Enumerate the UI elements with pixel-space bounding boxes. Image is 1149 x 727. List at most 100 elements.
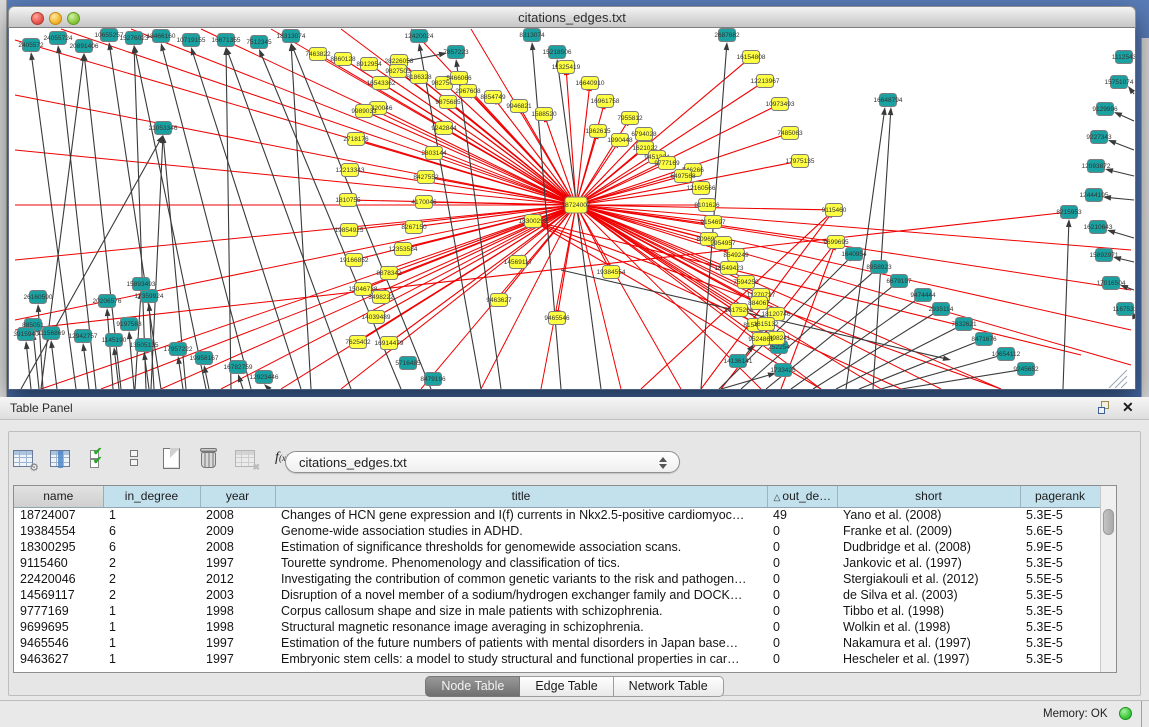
table-cell[interactable]: 2 bbox=[103, 571, 200, 587]
table-cell[interactable]: 49 bbox=[767, 507, 837, 523]
table-cell[interactable]: Nakamura et al. (1997) bbox=[837, 635, 1020, 651]
table-cell[interactable]: 1998 bbox=[200, 603, 275, 619]
table-cell[interactable]: Tourette syndrome. Phenomenology and cla… bbox=[275, 555, 767, 571]
table-row[interactable]: 1456911722003Disruption of a novel membe… bbox=[14, 587, 1100, 603]
table-cell[interactable]: Stergiakouli et al. (2012) bbox=[837, 571, 1020, 587]
table-cell[interactable]: 2008 bbox=[200, 539, 275, 555]
window-titlebar[interactable]: citations_edges.txt bbox=[8, 6, 1136, 28]
table-cell[interactable]: Estimation of the future numbers of pati… bbox=[275, 635, 767, 651]
table-cell[interactable]: 5.3E-5 bbox=[1020, 635, 1100, 651]
table-selector-dropdown[interactable]: citations_edges.txt bbox=[285, 451, 680, 473]
tab-network-table[interactable]: Network Table bbox=[614, 676, 724, 697]
column-header-pagerank[interactable]: pagerank bbox=[1020, 486, 1100, 507]
table-cell[interactable]: 1997 bbox=[200, 635, 275, 651]
table-cell[interactable]: 5.3E-5 bbox=[1020, 555, 1100, 571]
close-panel-icon[interactable]: ✕ bbox=[1122, 399, 1134, 416]
column-chooser-icon[interactable] bbox=[47, 445, 73, 471]
table-cell[interactable]: 9463627 bbox=[14, 651, 103, 667]
citation-network-graph[interactable]: 2405572240557242089140610655257152760231… bbox=[9, 28, 1135, 390]
table-row[interactable]: 946362711997Embryonic stem cells: a mode… bbox=[14, 651, 1100, 667]
table-cell[interactable]: 18724007 bbox=[14, 507, 103, 523]
table-cell[interactable]: Dudbridge et al. (2008) bbox=[837, 539, 1020, 555]
table-cell[interactable]: 0 bbox=[767, 539, 837, 555]
scrollbar-thumb[interactable] bbox=[1103, 509, 1114, 535]
select-all-columns-icon[interactable]: ✔ ✔ bbox=[84, 445, 110, 471]
vertical-scrollbar[interactable] bbox=[1100, 486, 1116, 672]
table-cell[interactable]: 22420046 bbox=[14, 571, 103, 587]
table-cell[interactable]: 9699695 bbox=[14, 619, 103, 635]
create-table-icon[interactable] bbox=[158, 445, 184, 471]
table-cell[interactable]: 1998 bbox=[200, 619, 275, 635]
table-cell[interactable]: 0 bbox=[767, 603, 837, 619]
table-cell[interactable]: Structural magnetic resonance image aver… bbox=[275, 619, 767, 635]
delete-table-icon[interactable] bbox=[195, 445, 221, 471]
table-cell[interactable]: Jankovic et al. (1997) bbox=[837, 555, 1020, 571]
table-cell[interactable]: Changes of HCN gene expression and I(f) … bbox=[275, 507, 767, 523]
network-canvas[interactable]: 2405572240557242089140610655257152760231… bbox=[8, 28, 1136, 390]
table-settings-icon[interactable]: ⚙ bbox=[10, 445, 36, 471]
table-row[interactable]: 2242004622012Investigating the contribut… bbox=[14, 571, 1100, 587]
table-cell[interactable]: 1997 bbox=[200, 651, 275, 667]
table-cell[interactable]: Hescheler et al. (1997) bbox=[837, 651, 1020, 667]
column-header-out_de[interactable]: △out_de… bbox=[767, 486, 837, 507]
table-cell[interactable]: 0 bbox=[767, 587, 837, 603]
table-cell[interactable]: 2003 bbox=[200, 587, 275, 603]
table-cell[interactable]: 9465546 bbox=[14, 635, 103, 651]
table-cell[interactable]: 0 bbox=[767, 555, 837, 571]
table-row[interactable]: 1830029562008Estimation of significance … bbox=[14, 539, 1100, 555]
table-cell[interactable]: 5.3E-5 bbox=[1020, 587, 1100, 603]
table-cell[interactable]: 9115460 bbox=[14, 555, 103, 571]
table-cell[interactable]: Disruption of a novel member of a sodium… bbox=[275, 587, 767, 603]
column-header-year[interactable]: year bbox=[200, 486, 275, 507]
table-row[interactable]: 969969511998Structural magnetic resonanc… bbox=[14, 619, 1100, 635]
table-cell[interactable]: 1 bbox=[103, 603, 200, 619]
table-cell[interactable]: 9777169 bbox=[14, 603, 103, 619]
table-panel-header[interactable]: Table Panel ✕ bbox=[0, 397, 1149, 420]
table-cell[interactable]: Estimation of significance thresholds fo… bbox=[275, 539, 767, 555]
table-row[interactable]: 977716911998Corpus callosum shape and si… bbox=[14, 603, 1100, 619]
table-cell[interactable]: Franke et al. (2009) bbox=[837, 523, 1020, 539]
table-cell[interactable]: 6 bbox=[103, 539, 200, 555]
tab-edge-table[interactable]: Edge Table bbox=[520, 676, 613, 697]
table-cell[interactable]: 5.3E-5 bbox=[1020, 651, 1100, 667]
table-row[interactable]: 1938455462009Genome-wide association stu… bbox=[14, 523, 1100, 539]
table-cell[interactable]: 5.3E-5 bbox=[1020, 619, 1100, 635]
table-cell[interactable]: Wolkin et al. (1998) bbox=[837, 619, 1020, 635]
table-cell[interactable]: Investigating the contribution of common… bbox=[275, 571, 767, 587]
table-cell[interactable]: 0 bbox=[767, 651, 837, 667]
table-cell[interactable]: 1997 bbox=[200, 555, 275, 571]
table-cell[interactable]: 6 bbox=[103, 523, 200, 539]
table-cell[interactable]: Tibbo et al. (1998) bbox=[837, 603, 1020, 619]
column-header-title[interactable]: title bbox=[275, 486, 767, 507]
table-cell[interactable]: 5.5E-5 bbox=[1020, 571, 1100, 587]
table-cell[interactable]: 1 bbox=[103, 635, 200, 651]
table-cell[interactable]: 2 bbox=[103, 555, 200, 571]
node-table[interactable]: namein_degreeyeartitle△out_de…shortpager… bbox=[14, 486, 1101, 667]
table-cell[interactable]: 5.3E-5 bbox=[1020, 603, 1100, 619]
table-cell[interactable]: 19384554 bbox=[14, 523, 103, 539]
table-row[interactable]: 946554611997Estimation of the future num… bbox=[14, 635, 1100, 651]
tab-node-table[interactable]: Node Table bbox=[425, 676, 520, 697]
table-cell[interactable]: Corpus callosum shape and size in male p… bbox=[275, 603, 767, 619]
table-cell[interactable]: 0 bbox=[767, 523, 837, 539]
table-cell[interactable]: 5.6E-5 bbox=[1020, 523, 1100, 539]
column-header-short[interactable]: short bbox=[837, 486, 1020, 507]
table-cell[interactable]: Genome-wide association studies in ADHD. bbox=[275, 523, 767, 539]
column-header-in_degree[interactable]: in_degree bbox=[103, 486, 200, 507]
float-panel-icon[interactable] bbox=[1098, 401, 1113, 416]
table-cell[interactable]: Yano et al. (2008) bbox=[837, 507, 1020, 523]
show-rows-icon[interactable] bbox=[121, 445, 147, 471]
table-cell[interactable]: 0 bbox=[767, 635, 837, 651]
table-cell[interactable]: 0 bbox=[767, 571, 837, 587]
table-cell[interactable]: 0 bbox=[767, 619, 837, 635]
column-header-name[interactable]: name bbox=[14, 486, 103, 507]
table-cell[interactable]: 18300295 bbox=[14, 539, 103, 555]
table-cell[interactable]: 5.9E-5 bbox=[1020, 539, 1100, 555]
table-cell[interactable]: 1 bbox=[103, 619, 200, 635]
table-cell[interactable]: 14569117 bbox=[14, 587, 103, 603]
table-cell[interactable]: 2012 bbox=[200, 571, 275, 587]
table-cell[interactable]: 2009 bbox=[200, 523, 275, 539]
table-cell[interactable]: 5.3E-5 bbox=[1020, 507, 1100, 523]
table-cell[interactable]: de Silva et al. (2003) bbox=[837, 587, 1020, 603]
table-row[interactable]: 1872400712008Changes of HCN gene express… bbox=[14, 507, 1100, 523]
